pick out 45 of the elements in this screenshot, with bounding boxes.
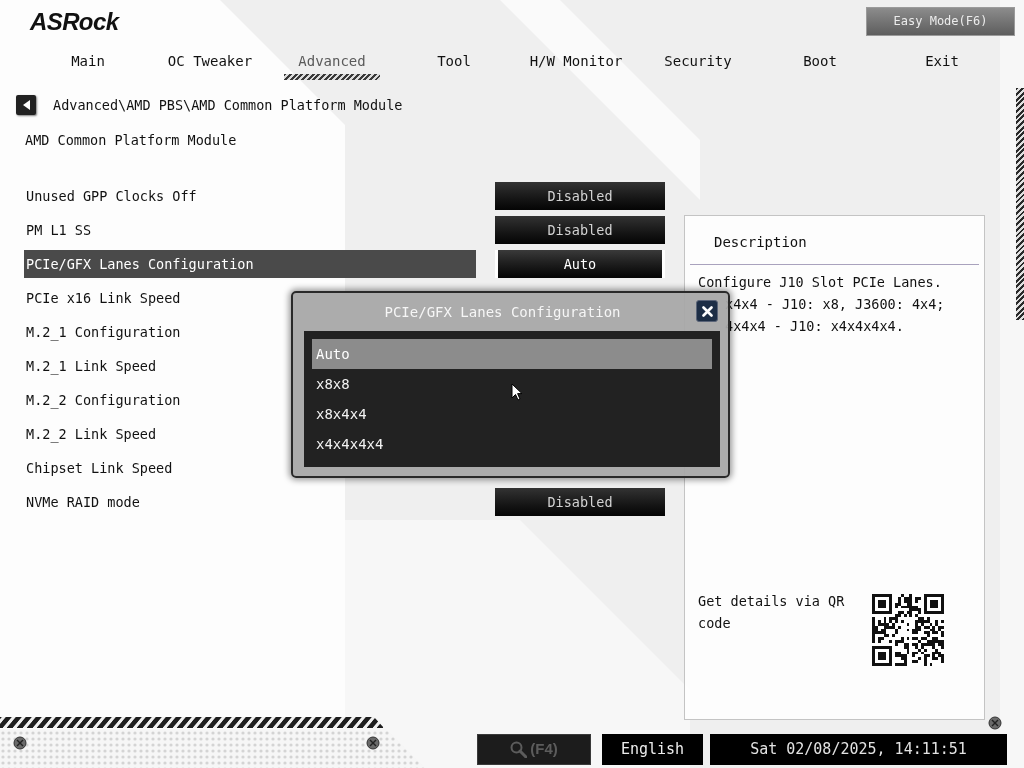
tab[interactable]: OC Tweaker (165, 51, 255, 71)
dialog-title: PCIe/GFX Lanes Configuration (384, 303, 621, 322)
date-time: Sat 02/08/2025, 14:11:51 (710, 734, 1007, 765)
logo: ASRock (30, 12, 119, 32)
option-item[interactable]: x4x4x4x4 (312, 429, 712, 459)
value-button[interactable]: Disabled (495, 216, 665, 244)
setting-label[interactable]: M.2_1 Link Speed (26, 352, 157, 380)
option-item[interactable]: x8x4x4 (312, 399, 712, 429)
value-button[interactable]: Auto (495, 250, 665, 278)
setting-label[interactable]: M.2_2 Configuration (26, 386, 181, 414)
setting-label[interactable]: PCIe x16 Link Speed (26, 284, 181, 312)
tab[interactable]: Tool (435, 51, 473, 71)
screw-icon (13, 736, 27, 750)
screw-icon (988, 716, 1002, 730)
setting-label[interactable]: PM L1 SS (26, 216, 92, 244)
value-button[interactable]: Disabled (495, 488, 665, 516)
tab[interactable]: H/W Monitor (527, 51, 625, 71)
setting-label[interactable]: M.2_1 Configuration (26, 318, 181, 346)
description-text: Configure J10 Slot PCIe Lanes. (698, 273, 942, 292)
setting-label[interactable]: PCIe/GFX Lanes Configuration (24, 250, 476, 278)
tab[interactable]: Advanced (284, 51, 380, 80)
qr-code (872, 594, 944, 666)
close-icon (701, 305, 713, 317)
tab[interactable]: Boot (801, 51, 839, 71)
screw-icon (366, 736, 380, 750)
setting-label[interactable]: NVMe RAID mode (26, 488, 140, 516)
qr-caption: Get details via QR code (698, 592, 846, 633)
setting-label[interactable]: Chipset Link Speed (26, 454, 173, 482)
page-title: AMD Common Platform Module (25, 131, 237, 150)
value-button[interactable]: Disabled (495, 182, 665, 210)
easy-mode-button[interactable]: Easy Mode(F6) (866, 7, 1015, 36)
left-triangle-icon (22, 100, 30, 110)
tab[interactable]: Security (662, 51, 734, 71)
option-item[interactable]: x8x8 (312, 369, 712, 399)
language-button[interactable]: English (602, 734, 703, 765)
close-button[interactable] (696, 300, 718, 322)
tab[interactable]: Main (69, 51, 107, 71)
panel-title: Description (714, 234, 807, 250)
setting-label[interactable]: Unused GPP Clocks Off (26, 182, 197, 210)
breadcrumb-path: Advanced\AMD PBS\AMD Common Platform Module (53, 96, 403, 115)
back-button[interactable] (16, 95, 36, 115)
tab[interactable]: Exit (923, 51, 961, 71)
setting-label[interactable]: M.2_2 Link Speed (26, 420, 157, 448)
search-icon (510, 741, 528, 758)
mouse-cursor-icon (511, 383, 523, 401)
